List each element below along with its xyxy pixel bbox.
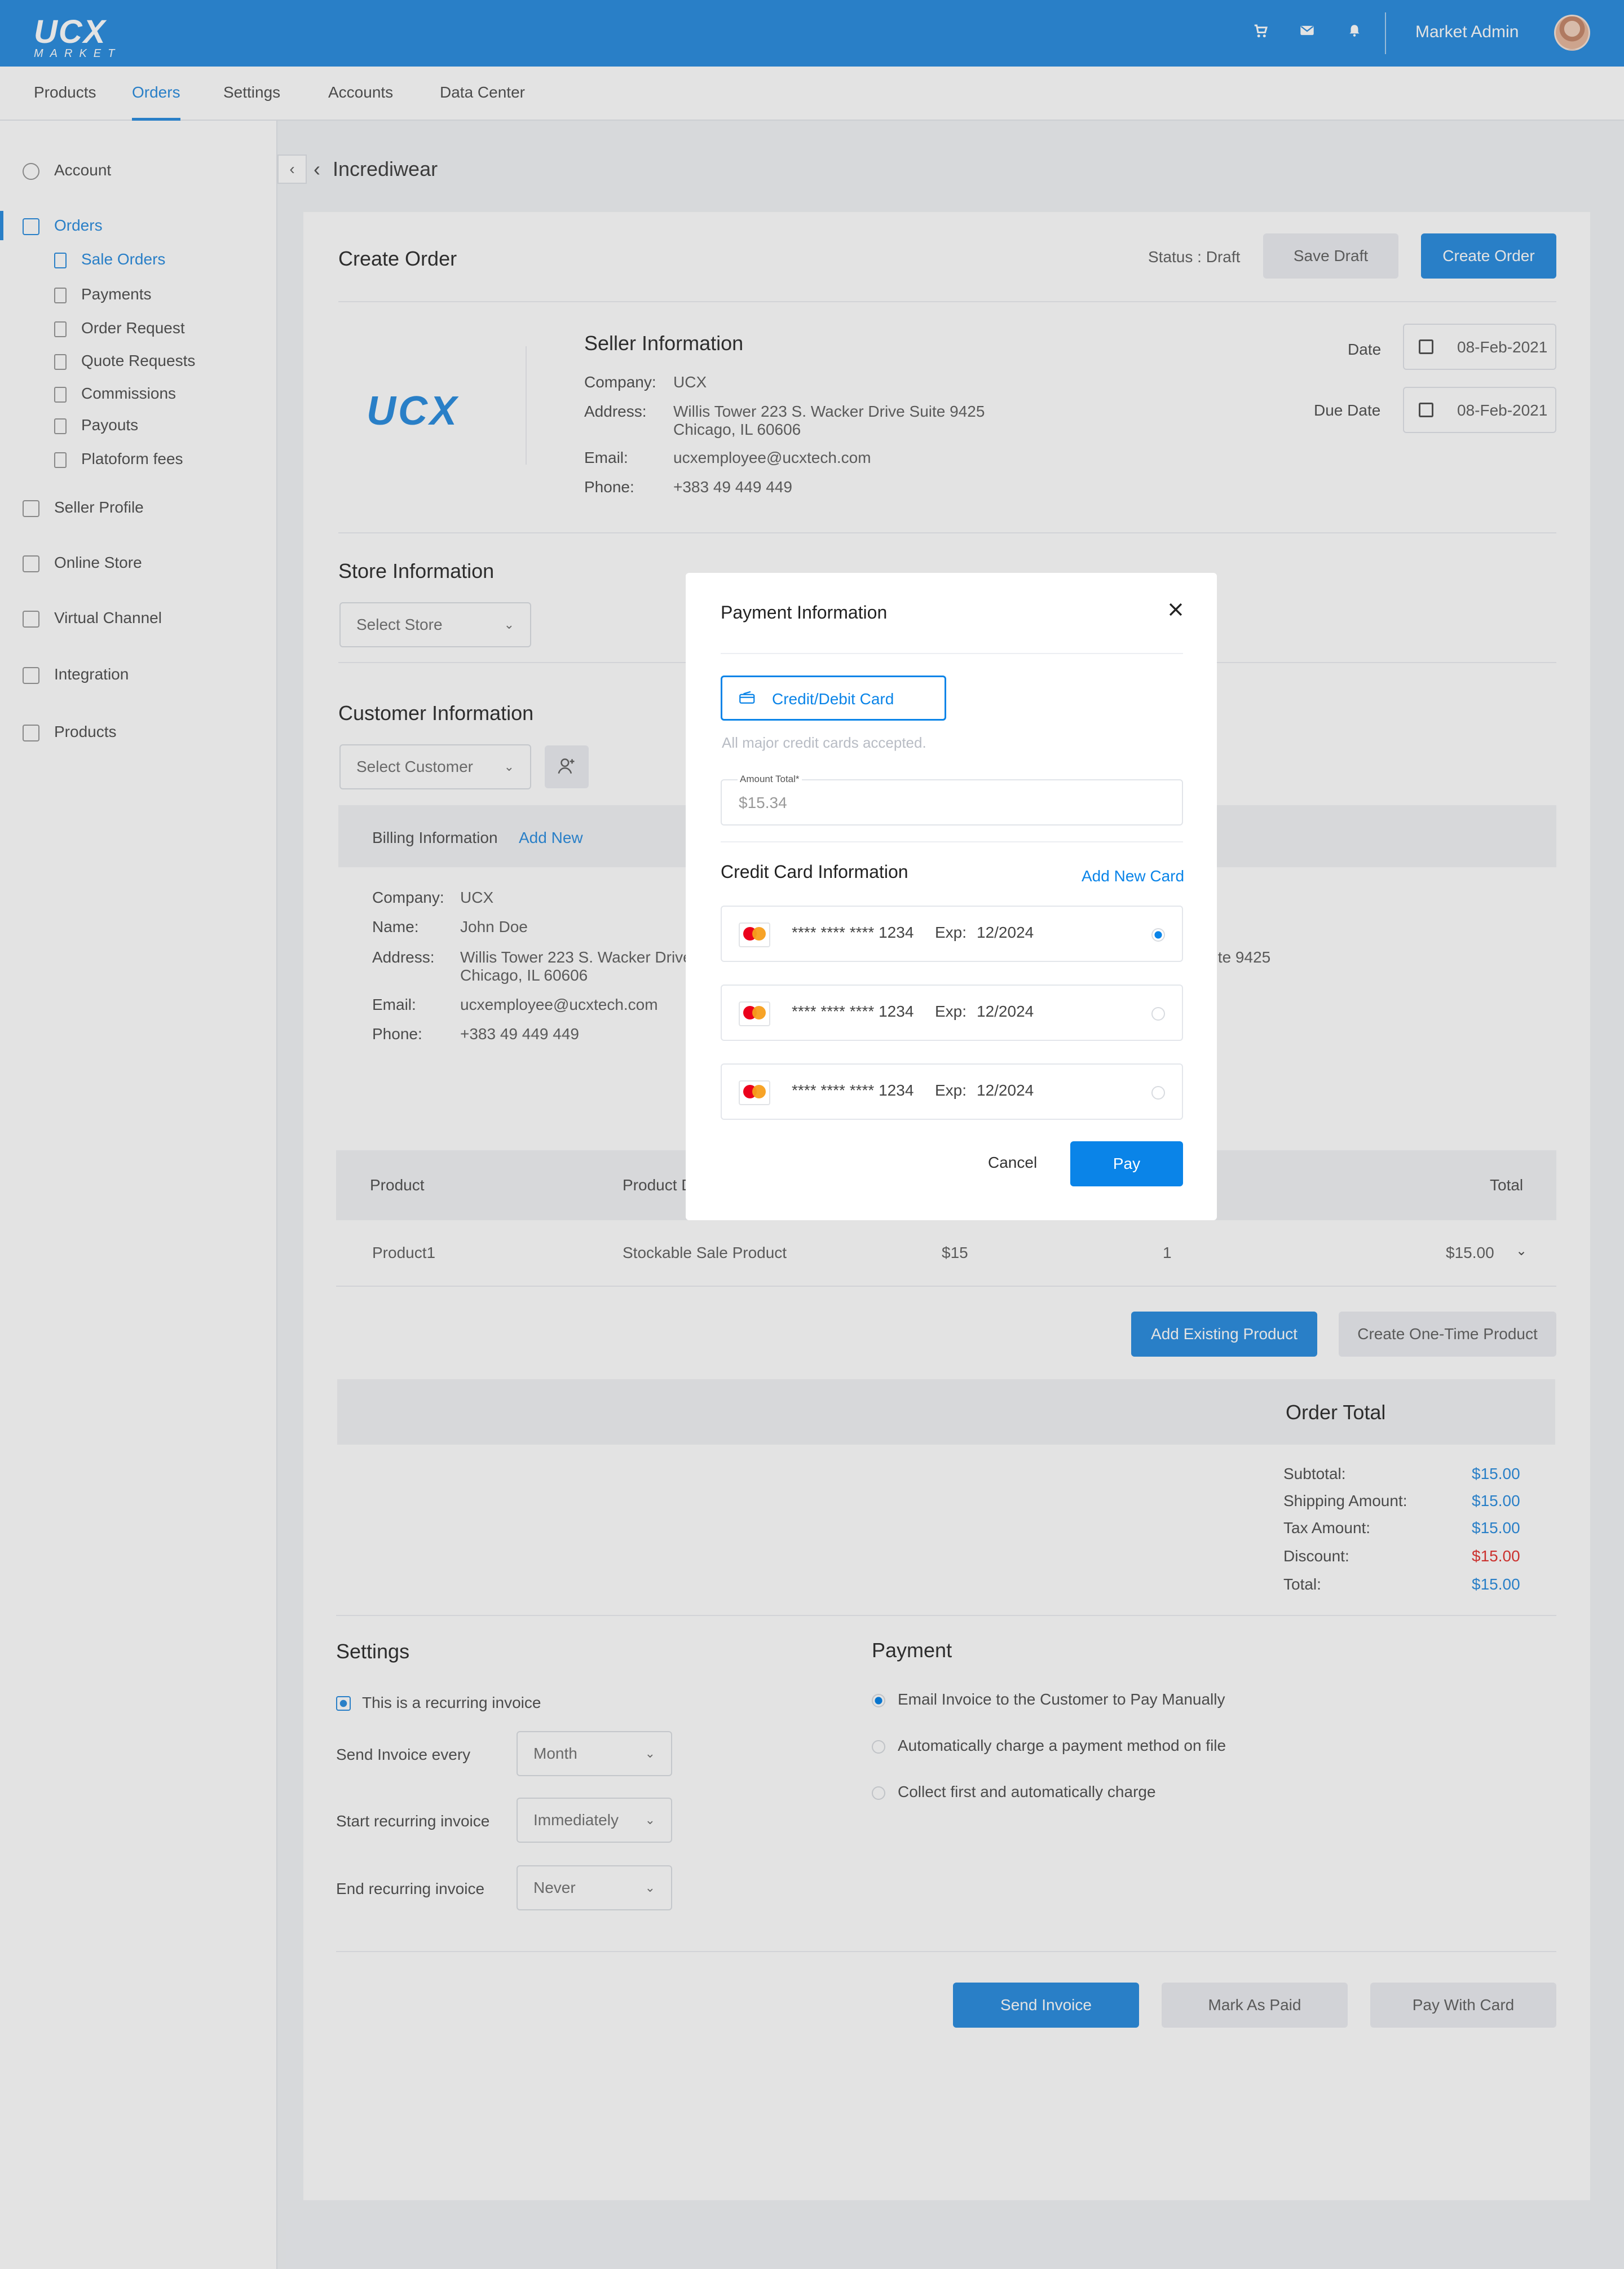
card-exp-label: Exp: [935,924,967,941]
card-number: **** **** **** 1234 [792,1003,914,1020]
card-exp-label: Exp: [935,1003,967,1020]
divider [721,841,1183,842]
mastercard-icon [739,1001,770,1026]
cc-info-title: Credit Card Information [721,862,908,882]
amount-total-field[interactable]: Amount Total* $15.34 [721,774,1183,826]
saved-card-row[interactable]: **** **** **** 1234 Exp: 12/2024 [721,985,1183,1041]
credit-card-tab-label: Credit/Debit Card [772,690,894,708]
card-select-radio[interactable] [1151,1086,1165,1100]
modal-title: Payment Information [721,602,888,623]
card-select-radio[interactable] [1151,1007,1165,1021]
saved-card-row[interactable]: **** **** **** 1234 Exp: 12/2024 [721,1063,1183,1120]
mastercard-icon [739,1080,770,1105]
card-icon [739,691,755,704]
cancel-button[interactable]: Cancel [988,1154,1037,1172]
card-exp: 12/2024 [977,1003,1034,1020]
cards-hint: All major credit cards accepted. [722,734,926,751]
card-exp: 12/2024 [977,1081,1034,1099]
credit-card-tab[interactable]: Credit/Debit Card [721,676,946,721]
pay-button[interactable]: Pay [1070,1141,1183,1186]
saved-card-row[interactable]: **** **** **** 1234 Exp: 12/2024 [721,906,1183,962]
close-icon[interactable] [1166,600,1185,619]
card-exp-label: Exp: [935,1081,967,1099]
amount-total-label: Amount Total* [738,774,802,785]
mastercard-icon [739,922,770,947]
card-exp: 12/2024 [977,924,1034,941]
divider [721,653,1183,654]
card-number: **** **** **** 1234 [792,1081,914,1099]
add-new-card-link[interactable]: Add New Card [1082,867,1184,885]
payment-modal: Payment Information Credit/Debit Card Al… [686,573,1217,1220]
card-number: **** **** **** 1234 [792,924,914,941]
card-select-radio[interactable] [1151,928,1165,942]
amount-total-value: $15.34 [739,794,787,811]
